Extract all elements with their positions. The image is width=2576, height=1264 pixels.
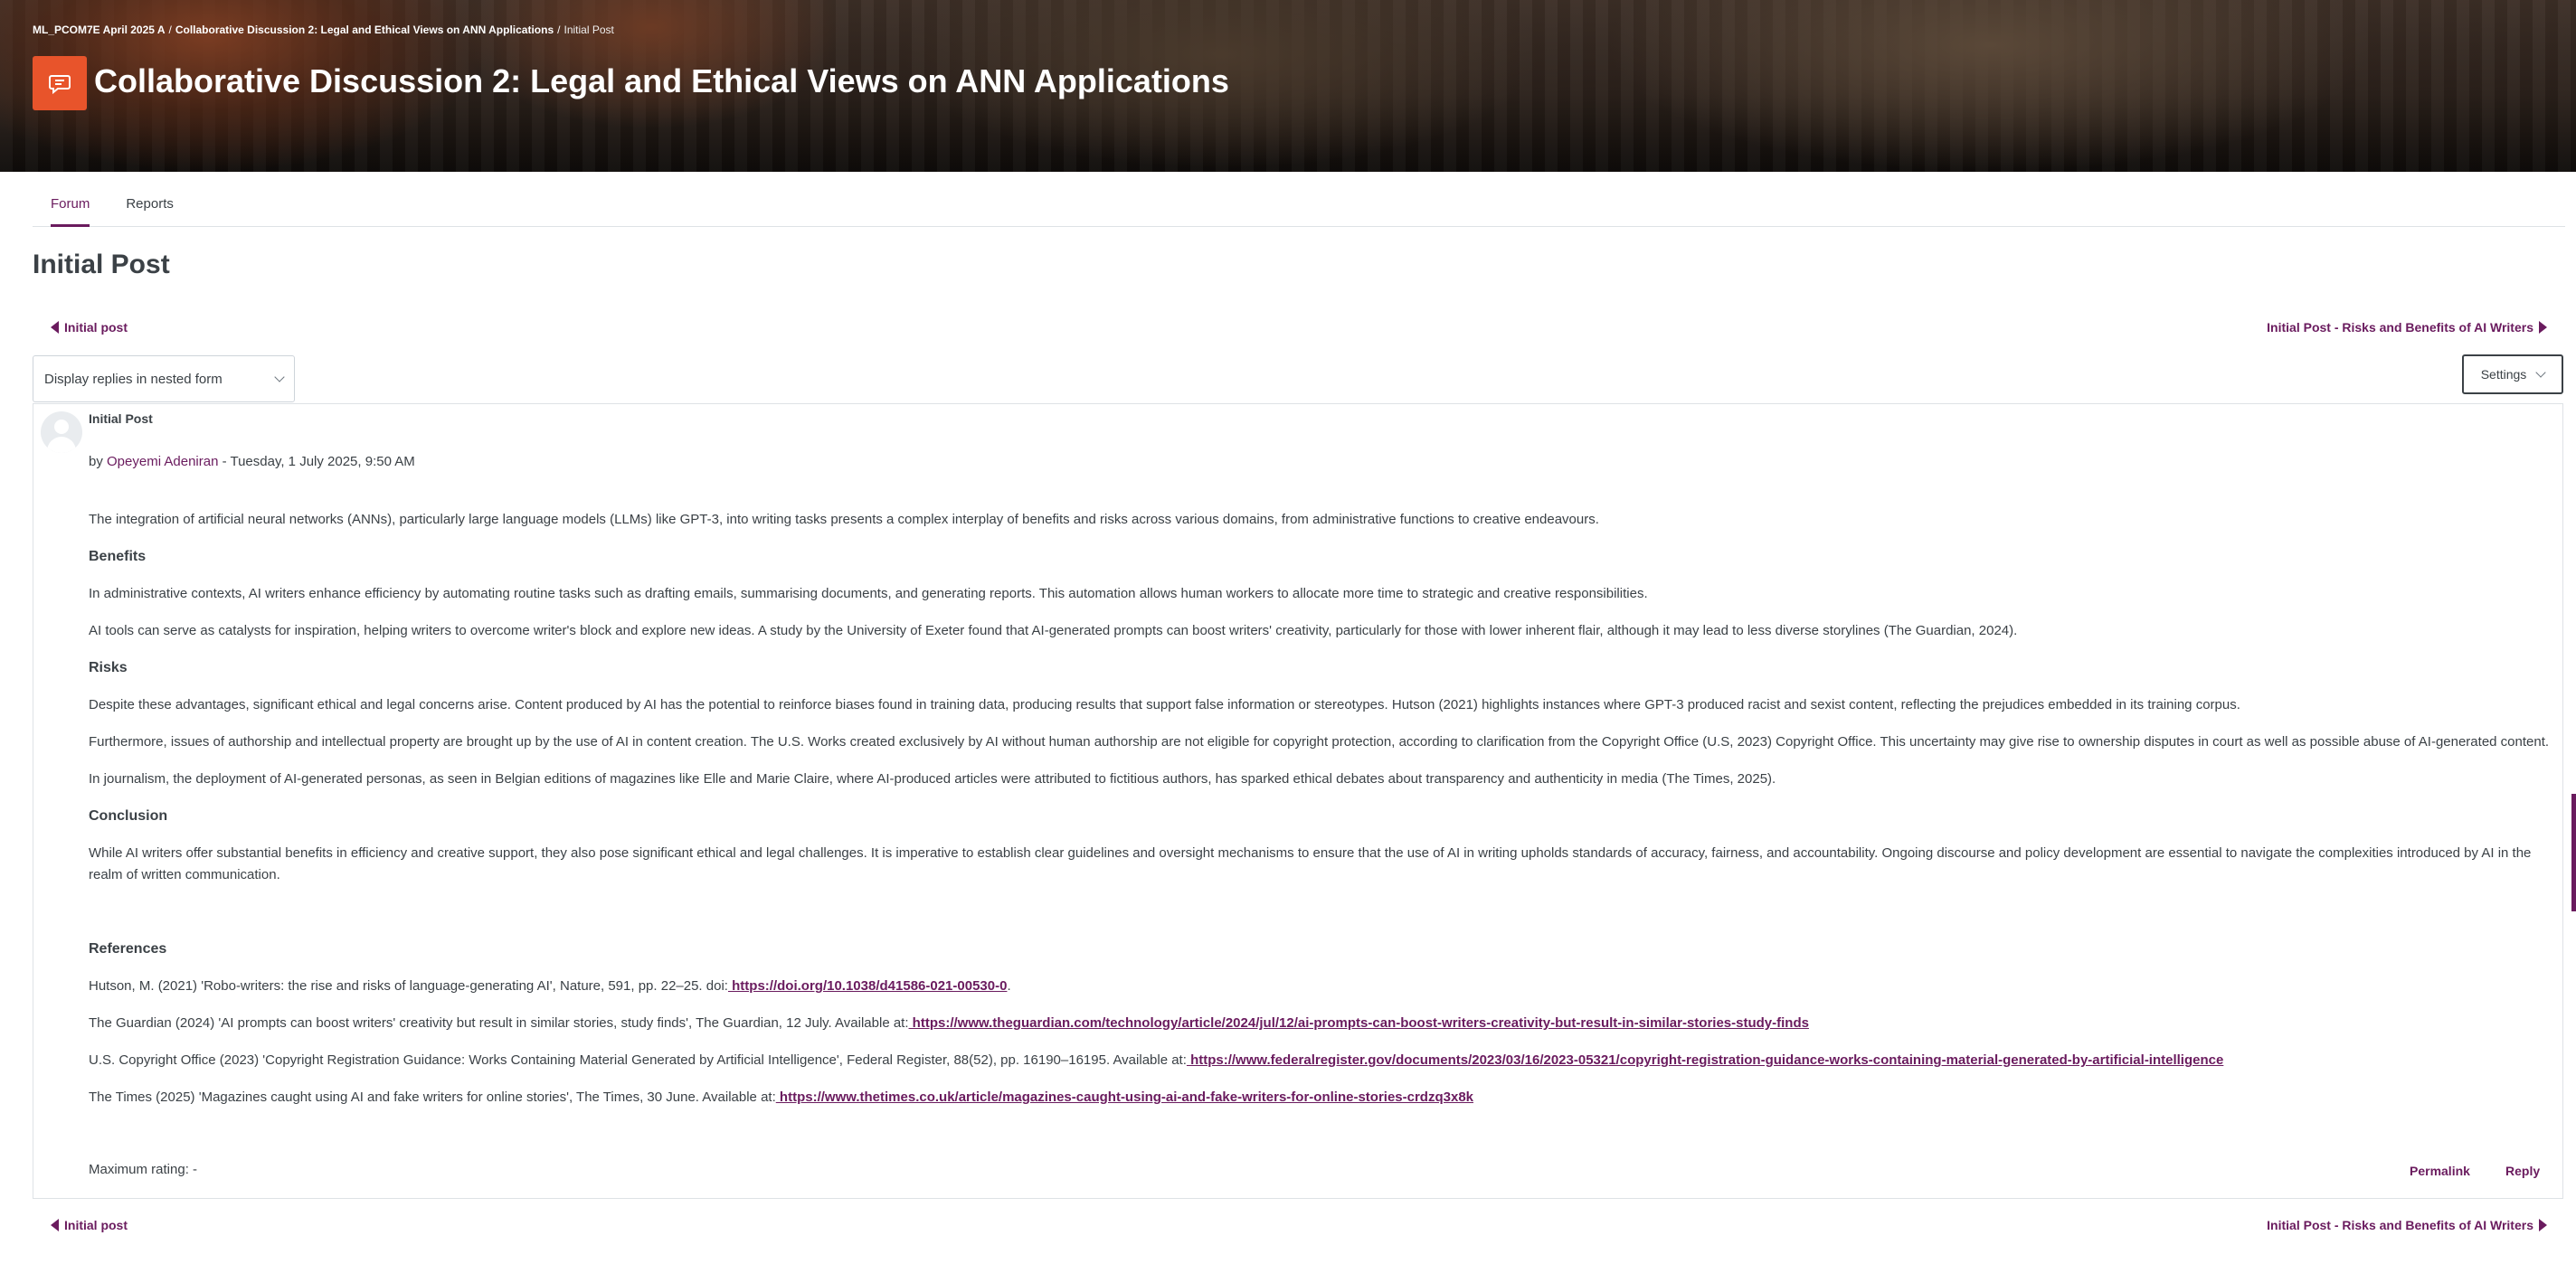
author-link[interactable]: Opeyemi Adeniran [107,454,218,469]
breadcrumb-current: Initial Post [564,24,614,36]
reference-item: The Times (2025) 'Magazines caught using… [89,1089,1474,1105]
benefits-heading: Benefits [89,549,147,564]
reference-link[interactable]: https://www.thetimes.co.uk/article/magaz… [776,1089,1473,1105]
risks-paragraph: In journalism, the deployment of AI-gene… [89,771,1776,787]
permalink-link[interactable]: Permalink [2410,1164,2470,1178]
post-date: - Tuesday, 1 July 2025, 9:50 AM [222,454,415,469]
arrow-right-icon [2539,1219,2547,1231]
post-content: The integration of artificial neural net… [89,509,2558,1124]
chevron-down-icon [2535,367,2546,378]
next-discussion-label: Initial Post - Risks and Benefits of AI … [2267,1218,2533,1232]
page-header-banner: ML_PCOM7E April 2025 A / Collaborative D… [0,0,2576,172]
prev-discussion-label: Initial post [64,320,128,335]
secondary-navigation: Forum Reports [33,184,2565,227]
chevron-down-icon [274,372,285,382]
post-byline: by Opeyemi Adeniran - Tuesday, 1 July 20… [89,454,415,469]
intro-paragraph: The integration of artificial neural net… [89,512,1599,527]
references-heading: References [89,941,167,957]
byline-prefix: by [89,454,103,469]
conclusion-heading: Conclusion [89,808,168,824]
max-rating: Maximum rating: - [89,1162,198,1177]
reply-link[interactable]: Reply [2505,1164,2540,1178]
next-discussion-label: Initial Post - Risks and Benefits of AI … [2267,320,2533,335]
avatar[interactable] [41,411,82,453]
conclusion-paragraph: While AI writers offer substantial benef… [89,845,2532,882]
arrow-left-icon [51,1219,59,1231]
settings-button[interactable]: Settings [2462,354,2563,394]
breadcrumb-separator: / [557,24,561,36]
reference-item: Hutson, M. (2021) 'Robo-writers: the ris… [89,978,1011,994]
prev-discussion-label: Initial post [64,1218,128,1232]
tab-reports[interactable]: Reports [108,184,192,226]
prev-discussion-link[interactable]: Initial post [51,1218,128,1232]
display-mode-select[interactable]: Display replies in nested form [33,355,295,402]
risks-paragraph: Despite these advantages, significant et… [89,697,2240,712]
reference-link[interactable]: https://doi.org/10.1038/d41586-021-00530… [728,978,1007,994]
post-subject: Initial Post [89,411,153,426]
reference-item: U.S. Copyright Office (2023) 'Copyright … [89,1052,2224,1068]
benefits-paragraph: In administrative contexts, AI writers e… [89,586,1648,601]
breadcrumb-forum-link[interactable]: Collaborative Discussion 2: Legal and Et… [175,24,554,36]
display-mode-value: Display replies in nested form [44,371,223,387]
arrow-left-icon [51,321,59,334]
risks-paragraph: Furthermore, issues of authorship and in… [89,734,2550,750]
tab-forum[interactable]: Forum [33,184,108,227]
breadcrumb: ML_PCOM7E April 2025 A / Collaborative D… [33,24,614,36]
discussion-title: Initial Post [33,250,170,279]
prev-discussion-link[interactable]: Initial post [51,320,128,335]
page-title: Collaborative Discussion 2: Legal and Et… [94,62,1229,99]
forum-chat-icon [33,56,87,110]
settings-label: Settings [2480,367,2527,382]
breadcrumb-course-link[interactable]: ML_PCOM7E April 2025 A [33,24,165,36]
reference-link[interactable]: https://www.theguardian.com/technology/a… [909,1015,1809,1031]
forum-post: Initial Post by Opeyemi Adeniran - Tuesd… [33,403,2563,1199]
next-discussion-link[interactable]: Initial Post - Risks and Benefits of AI … [2267,320,2547,335]
arrow-right-icon [2539,321,2547,334]
next-discussion-link[interactable]: Initial Post - Risks and Benefits of AI … [2267,1218,2547,1232]
benefits-paragraph: AI tools can serve as catalysts for insp… [89,623,2018,638]
reference-link[interactable]: https://www.federalregister.gov/document… [1187,1052,2223,1068]
reference-item: The Guardian (2024) 'AI prompts can boos… [89,1015,1809,1031]
risks-heading: Risks [89,660,128,675]
breadcrumb-separator: / [168,24,172,36]
scrollbar-thumb[interactable] [2571,794,2576,911]
